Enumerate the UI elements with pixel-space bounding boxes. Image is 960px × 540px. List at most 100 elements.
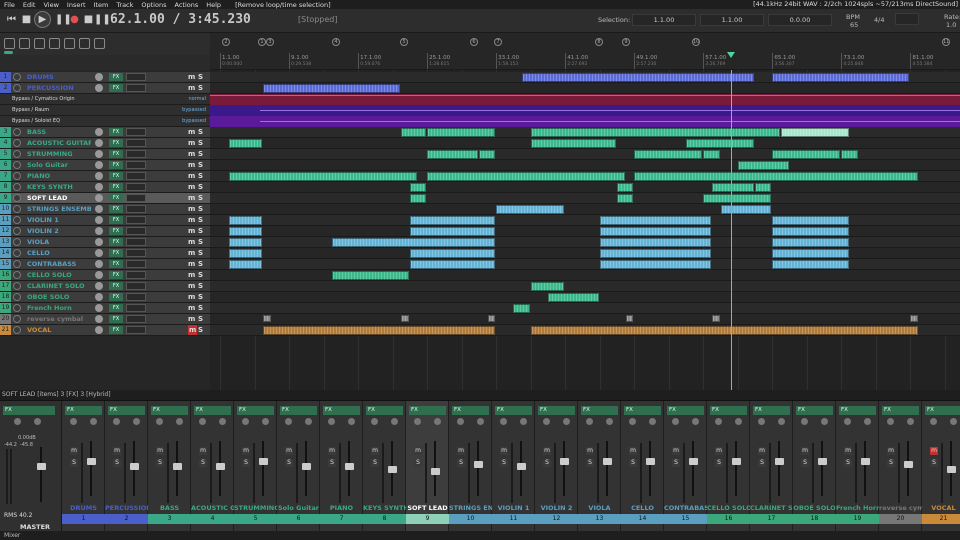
pause-small-icon[interactable]: ❚❚ xyxy=(94,13,111,26)
snap-toggle-icon[interactable] xyxy=(4,51,13,54)
media-item[interactable] xyxy=(409,227,496,236)
pan-knob[interactable] xyxy=(801,418,808,425)
fx-button[interactable]: FX xyxy=(109,161,123,169)
volume-fader[interactable] xyxy=(474,461,483,468)
region-marker[interactable]: 3 xyxy=(266,38,274,46)
mute-button[interactable]: m xyxy=(715,447,723,455)
media-item[interactable] xyxy=(401,128,427,137)
solo-button[interactable]: S xyxy=(198,83,203,93)
track-header[interactable]: 4 ACOUSTIC GUITAR LEAD FX mS xyxy=(0,138,210,149)
pan-knob[interactable] xyxy=(328,418,335,425)
pan-knob[interactable] xyxy=(113,418,120,425)
width-knob[interactable] xyxy=(477,418,484,425)
solo-button[interactable]: S xyxy=(198,248,203,258)
fx-button[interactable]: FX xyxy=(109,326,123,334)
volume-fader[interactable] xyxy=(173,463,182,470)
record-arm-icon[interactable] xyxy=(13,304,21,312)
io-button[interactable] xyxy=(126,315,146,323)
region-marker[interactable]: 11 xyxy=(942,38,950,46)
volume-knob[interactable] xyxy=(95,304,103,312)
track-name[interactable]: CONTRABASS xyxy=(25,259,91,269)
media-item[interactable] xyxy=(409,216,496,225)
width-knob[interactable] xyxy=(90,418,97,425)
solo-button[interactable]: S xyxy=(457,459,465,467)
width-knob[interactable] xyxy=(821,418,828,425)
track-header[interactable]: 7 PIANO FX m S xyxy=(0,171,210,182)
mute-button[interactable]: m xyxy=(328,447,336,455)
solo-button[interactable]: S xyxy=(758,459,766,467)
solo-button[interactable]: S xyxy=(500,459,508,467)
volume-knob[interactable] xyxy=(95,271,103,279)
mute-button[interactable]: m xyxy=(199,447,207,455)
track-header[interactable]: 18 OBOE SOLO FX m S xyxy=(0,292,210,303)
strip-fx-button[interactable]: FX xyxy=(151,406,188,415)
media-item[interactable] xyxy=(720,205,772,214)
volume-fader[interactable] xyxy=(775,458,784,465)
strip-fx-button[interactable]: FX xyxy=(495,406,532,415)
mute-button[interactable]: m xyxy=(500,447,508,455)
fx-button[interactable]: FX xyxy=(109,315,123,323)
track-lane[interactable] xyxy=(210,160,960,171)
mute-button[interactable]: m xyxy=(70,447,78,455)
pan-knob[interactable] xyxy=(414,418,421,425)
pan-knob[interactable] xyxy=(285,418,292,425)
width-knob[interactable] xyxy=(606,418,613,425)
strip-fx-button[interactable]: FX xyxy=(839,406,876,415)
width-knob[interactable] xyxy=(219,418,226,425)
track-lane[interactable] xyxy=(210,281,960,292)
strip-name[interactable]: VIOLIN 1 xyxy=(492,503,535,514)
time-signature[interactable]: 4/4 xyxy=(874,16,884,24)
fx-button[interactable]: FX xyxy=(109,271,123,279)
media-item[interactable] xyxy=(703,150,720,159)
mute-button[interactable]: m xyxy=(188,303,195,313)
track-lane[interactable] xyxy=(210,270,960,281)
strip-fx-button[interactable]: FX xyxy=(409,406,446,415)
solo-button[interactable]: S xyxy=(198,215,203,225)
track-name[interactable]: VOCAL xyxy=(25,325,91,335)
strip-fx-button[interactable]: FX xyxy=(925,406,960,415)
menu-options[interactable]: Options xyxy=(137,1,170,9)
track-lane[interactable] xyxy=(210,259,960,270)
volume-fader[interactable] xyxy=(904,461,913,468)
volume-fader[interactable] xyxy=(689,458,698,465)
strip-name[interactable]: PIANO xyxy=(320,503,363,514)
mute-button[interactable]: m xyxy=(188,127,195,137)
volume-fader[interactable] xyxy=(216,463,225,470)
width-knob[interactable] xyxy=(391,418,398,425)
record-arm-icon[interactable] xyxy=(13,172,21,180)
media-item[interactable] xyxy=(772,150,841,159)
record-arm-icon[interactable] xyxy=(13,216,21,224)
fx-button[interactable]: FX xyxy=(109,139,123,147)
media-item[interactable] xyxy=(841,150,858,159)
volume-knob[interactable] xyxy=(95,227,103,235)
track-header[interactable]: 5 STRUMMING FX m S xyxy=(0,149,210,160)
solo-button[interactable]: S xyxy=(70,459,78,467)
width-knob[interactable] xyxy=(176,418,183,425)
fx-button[interactable]: FX xyxy=(109,282,123,290)
master-fx-button[interactable]: FX xyxy=(3,406,55,415)
strip-name[interactable]: OBOE SOLO xyxy=(793,503,836,514)
mute-button[interactable]: m xyxy=(371,447,379,455)
solo-button[interactable]: S xyxy=(198,193,203,203)
region-marker[interactable]: 2 xyxy=(222,38,230,46)
media-item[interactable] xyxy=(409,249,496,258)
strip-fx-button[interactable]: FX xyxy=(323,406,360,415)
fx-envelope-lane[interactable] xyxy=(210,94,960,105)
mute-button[interactable]: m xyxy=(457,447,465,455)
redo-icon[interactable] xyxy=(79,38,90,49)
track-lane[interactable] xyxy=(210,314,960,325)
play-button[interactable]: ▶ xyxy=(34,11,51,28)
media-item[interactable] xyxy=(686,139,755,148)
pan-knob[interactable] xyxy=(242,418,249,425)
track-name[interactable]: CELLO SOLO xyxy=(25,270,91,280)
width-knob[interactable] xyxy=(864,418,871,425)
media-item[interactable] xyxy=(599,238,711,247)
stop-icon[interactable]: ■ xyxy=(20,13,33,26)
strip-name[interactable]: French Horn xyxy=(836,503,879,514)
pause-icon[interactable]: ❚❚ xyxy=(55,13,72,26)
media-item[interactable] xyxy=(513,304,530,313)
track-lane[interactable] xyxy=(210,182,960,193)
track-lane[interactable] xyxy=(210,171,960,182)
selection-start[interactable]: 1.1.00 xyxy=(632,14,696,26)
solo-button[interactable]: S xyxy=(198,127,203,137)
